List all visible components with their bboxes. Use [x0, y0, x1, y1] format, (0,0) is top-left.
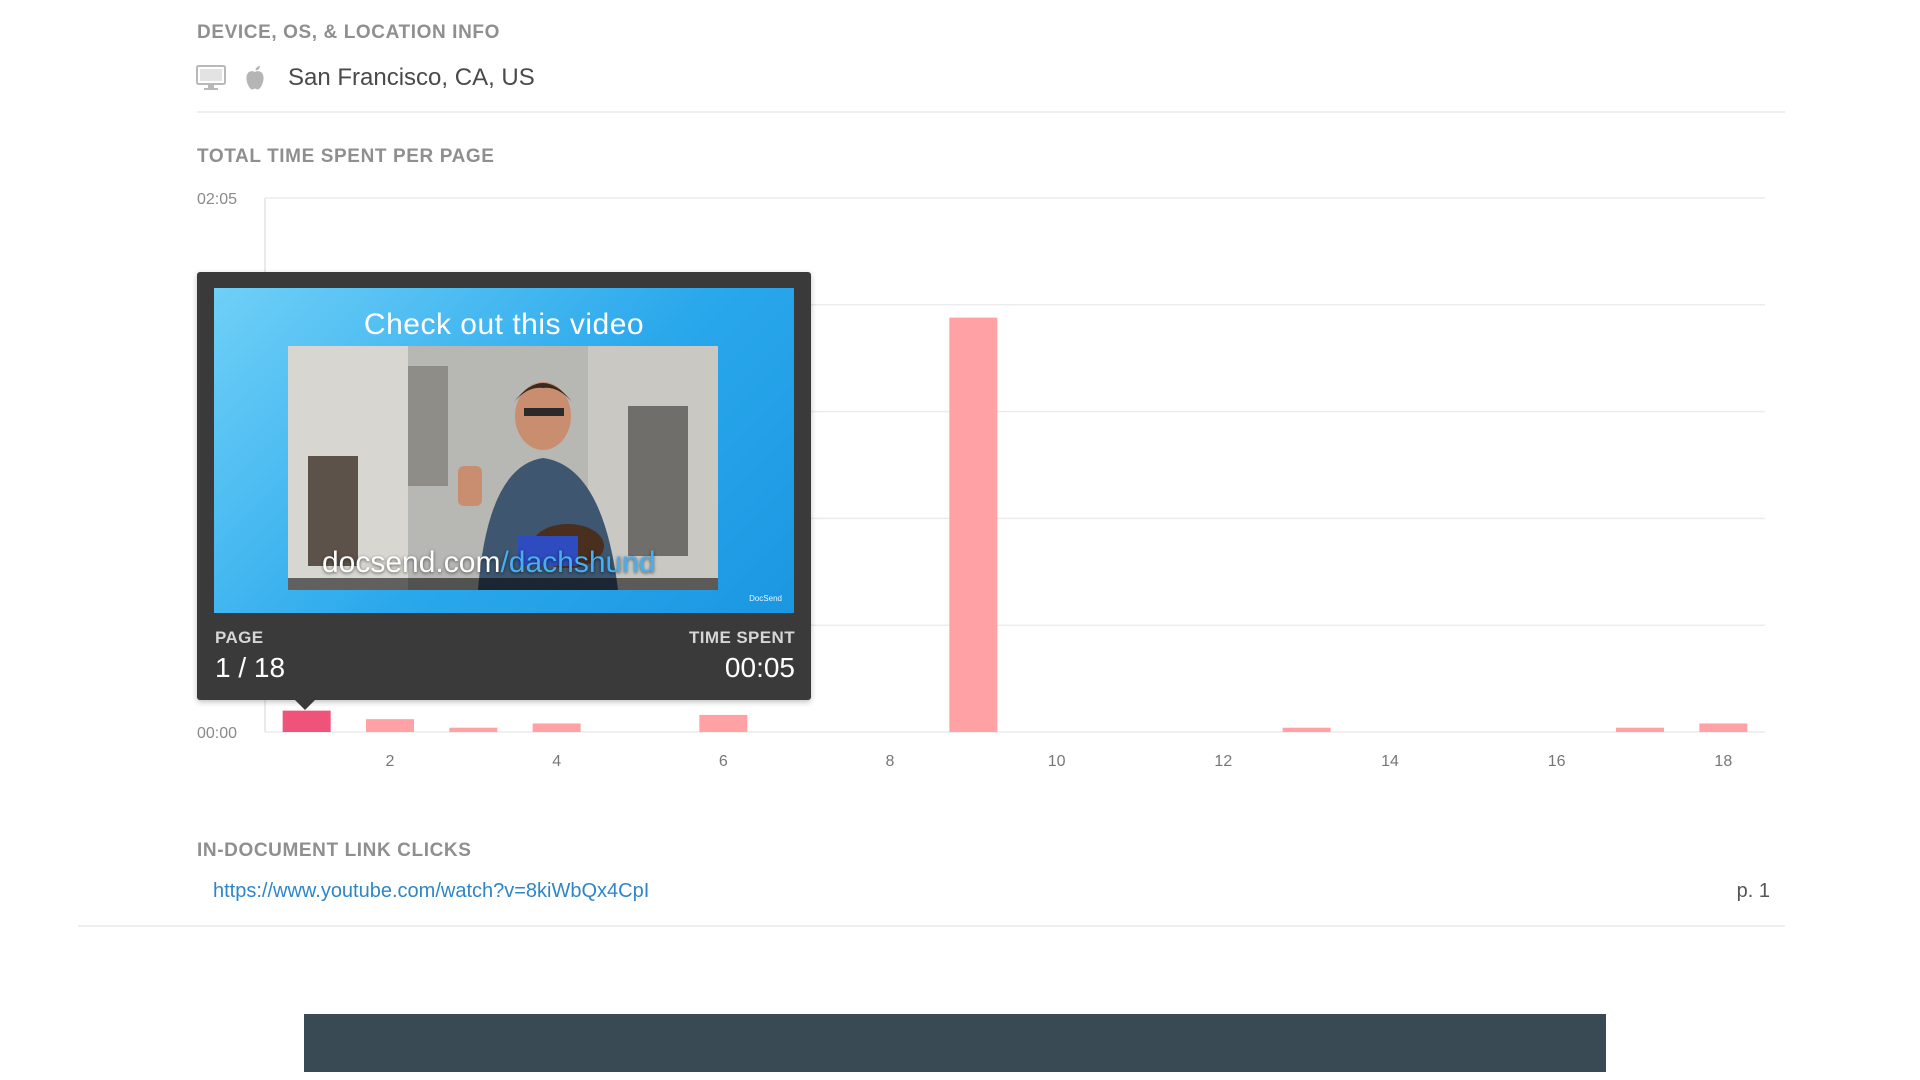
x-tick-label: 10: [1048, 753, 1066, 770]
page-thumbnail: Check out this video docsend.com/dachshu…: [214, 288, 794, 613]
chart-bar: [699, 714, 748, 732]
chart-bar: [449, 727, 498, 732]
apple-icon: [244, 65, 266, 91]
page-value: 1 / 18: [215, 652, 286, 683]
video-controls-bar: [288, 578, 718, 590]
slide-title: Check out this video: [363, 308, 645, 341]
chart-bar: [1616, 727, 1664, 732]
chart-bar: [282, 710, 331, 732]
time-spent-value: 00:05: [724, 652, 795, 683]
chart-bar: [1699, 723, 1748, 732]
page-label: PAGE: [215, 628, 264, 647]
chart-bar: [532, 723, 581, 732]
desktop-monitor-icon: [196, 65, 226, 91]
y-tick-label: 02:05: [197, 191, 237, 208]
device-info-row: San Francisco, CA, US: [196, 58, 535, 98]
location-text: San Francisco, CA, US: [288, 64, 535, 91]
tooltip-pointer: [295, 700, 315, 710]
x-tick-label: 12: [1214, 753, 1232, 770]
x-tick-label: 16: [1548, 753, 1566, 770]
x-tick-label: 4: [552, 753, 561, 770]
x-tick-label: 14: [1381, 753, 1399, 770]
time-section-title: TOTAL TIME SPENT PER PAGE: [197, 146, 495, 167]
device-section-title: DEVICE, OS, & LOCATION INFO: [197, 22, 500, 43]
footer-bar: [304, 1014, 1606, 1072]
x-tick-label: 18: [1714, 753, 1732, 770]
link-url[interactable]: https://www.youtube.com/watch?v=8kiWbQx4…: [213, 880, 649, 903]
brand-watermark: DocSend: [749, 594, 782, 603]
link-clicks-section-title: IN-DOCUMENT LINK CLICKS: [197, 840, 472, 861]
x-tick-label: 6: [719, 753, 728, 770]
chart-bar: [366, 719, 414, 732]
page-tooltip: Check out this video docsend.com/dachshu…: [197, 272, 811, 710]
y-tick-label: 00:00: [197, 725, 237, 742]
section-divider: [197, 111, 1785, 113]
video-caption: docsend.com/dachshund: [322, 546, 656, 579]
link-page-number: p. 1: [1736, 880, 1770, 902]
x-tick-label: 8: [886, 753, 895, 770]
chart-bar: [1282, 727, 1331, 732]
link-click-row: https://www.youtube.com/watch?v=8kiWbQx4…: [196, 880, 1778, 912]
bottom-divider: [78, 925, 1785, 927]
x-tick-label: 2: [386, 753, 395, 770]
time-spent-label: TIME SPENT: [688, 628, 795, 647]
chart-bar: [949, 317, 998, 732]
video-thumbnail: docsend.com/dachshund: [288, 346, 718, 590]
